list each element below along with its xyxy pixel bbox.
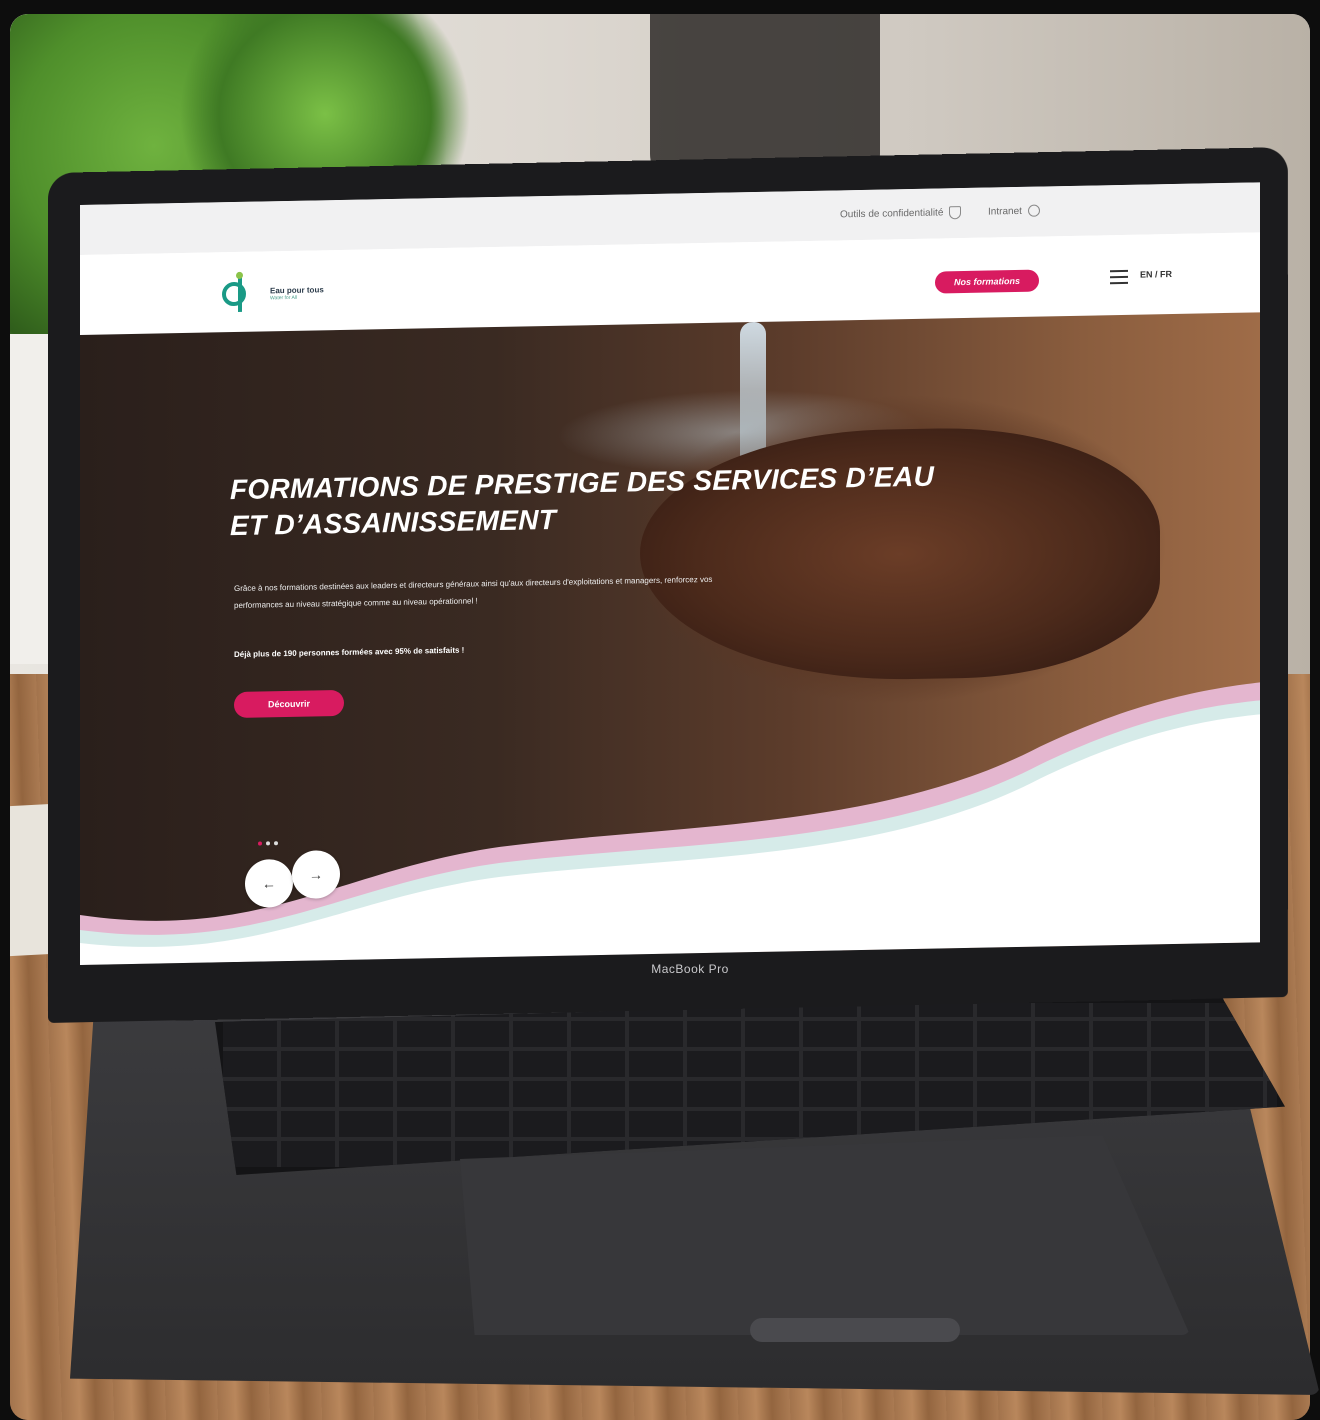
privacy-tools-link[interactable]: Outils de confidentialité <box>840 206 962 221</box>
logo-mark-icon <box>222 271 264 316</box>
shield-icon <box>949 206 962 220</box>
intranet-link[interactable]: Intranet <box>988 204 1040 218</box>
slider-dot-active[interactable] <box>258 841 262 846</box>
hero-title: FORMATIONS DE PRESTIGE DES SERVICES D’EA… <box>230 460 935 542</box>
hero-banner: FORMATIONS DE PRESTIGE DES SERVICES D’EA… <box>80 312 1260 965</box>
site-logo[interactable]: Eau pour tous Water for All <box>222 268 332 318</box>
hamburger-menu-icon[interactable] <box>1110 269 1128 285</box>
globe-icon <box>1027 204 1040 217</box>
device-label: MacBook Pro <box>651 962 729 976</box>
decorative-waves <box>80 682 1260 965</box>
nos-formations-button[interactable]: Nos formations <box>935 269 1039 294</box>
logo-text: Eau pour tous Water for All <box>270 285 324 301</box>
privacy-tools-label: Outils de confidentialité <box>840 207 944 221</box>
laptop-front-notch <box>750 1318 960 1342</box>
laptop-trackpad <box>460 1135 1190 1335</box>
slider-dots <box>258 841 278 846</box>
slider-dot[interactable] <box>274 841 278 846</box>
language-switcher[interactable]: EN / FR <box>1140 269 1172 280</box>
hero-stat: Déjà plus de 190 personnes formées avec … <box>234 645 465 660</box>
intranet-label: Intranet <box>988 205 1022 218</box>
slider-dot[interactable] <box>266 841 270 846</box>
arrow-right-icon: → <box>309 866 323 883</box>
hero-description: Grâce à nos formations destinées aux lea… <box>234 574 713 611</box>
logo-line-2: Water for All <box>270 294 298 301</box>
laptop-screen: Outils de confidentialité Intranet Eau p… <box>80 182 1260 966</box>
arrow-left-icon: ← <box>262 875 276 892</box>
